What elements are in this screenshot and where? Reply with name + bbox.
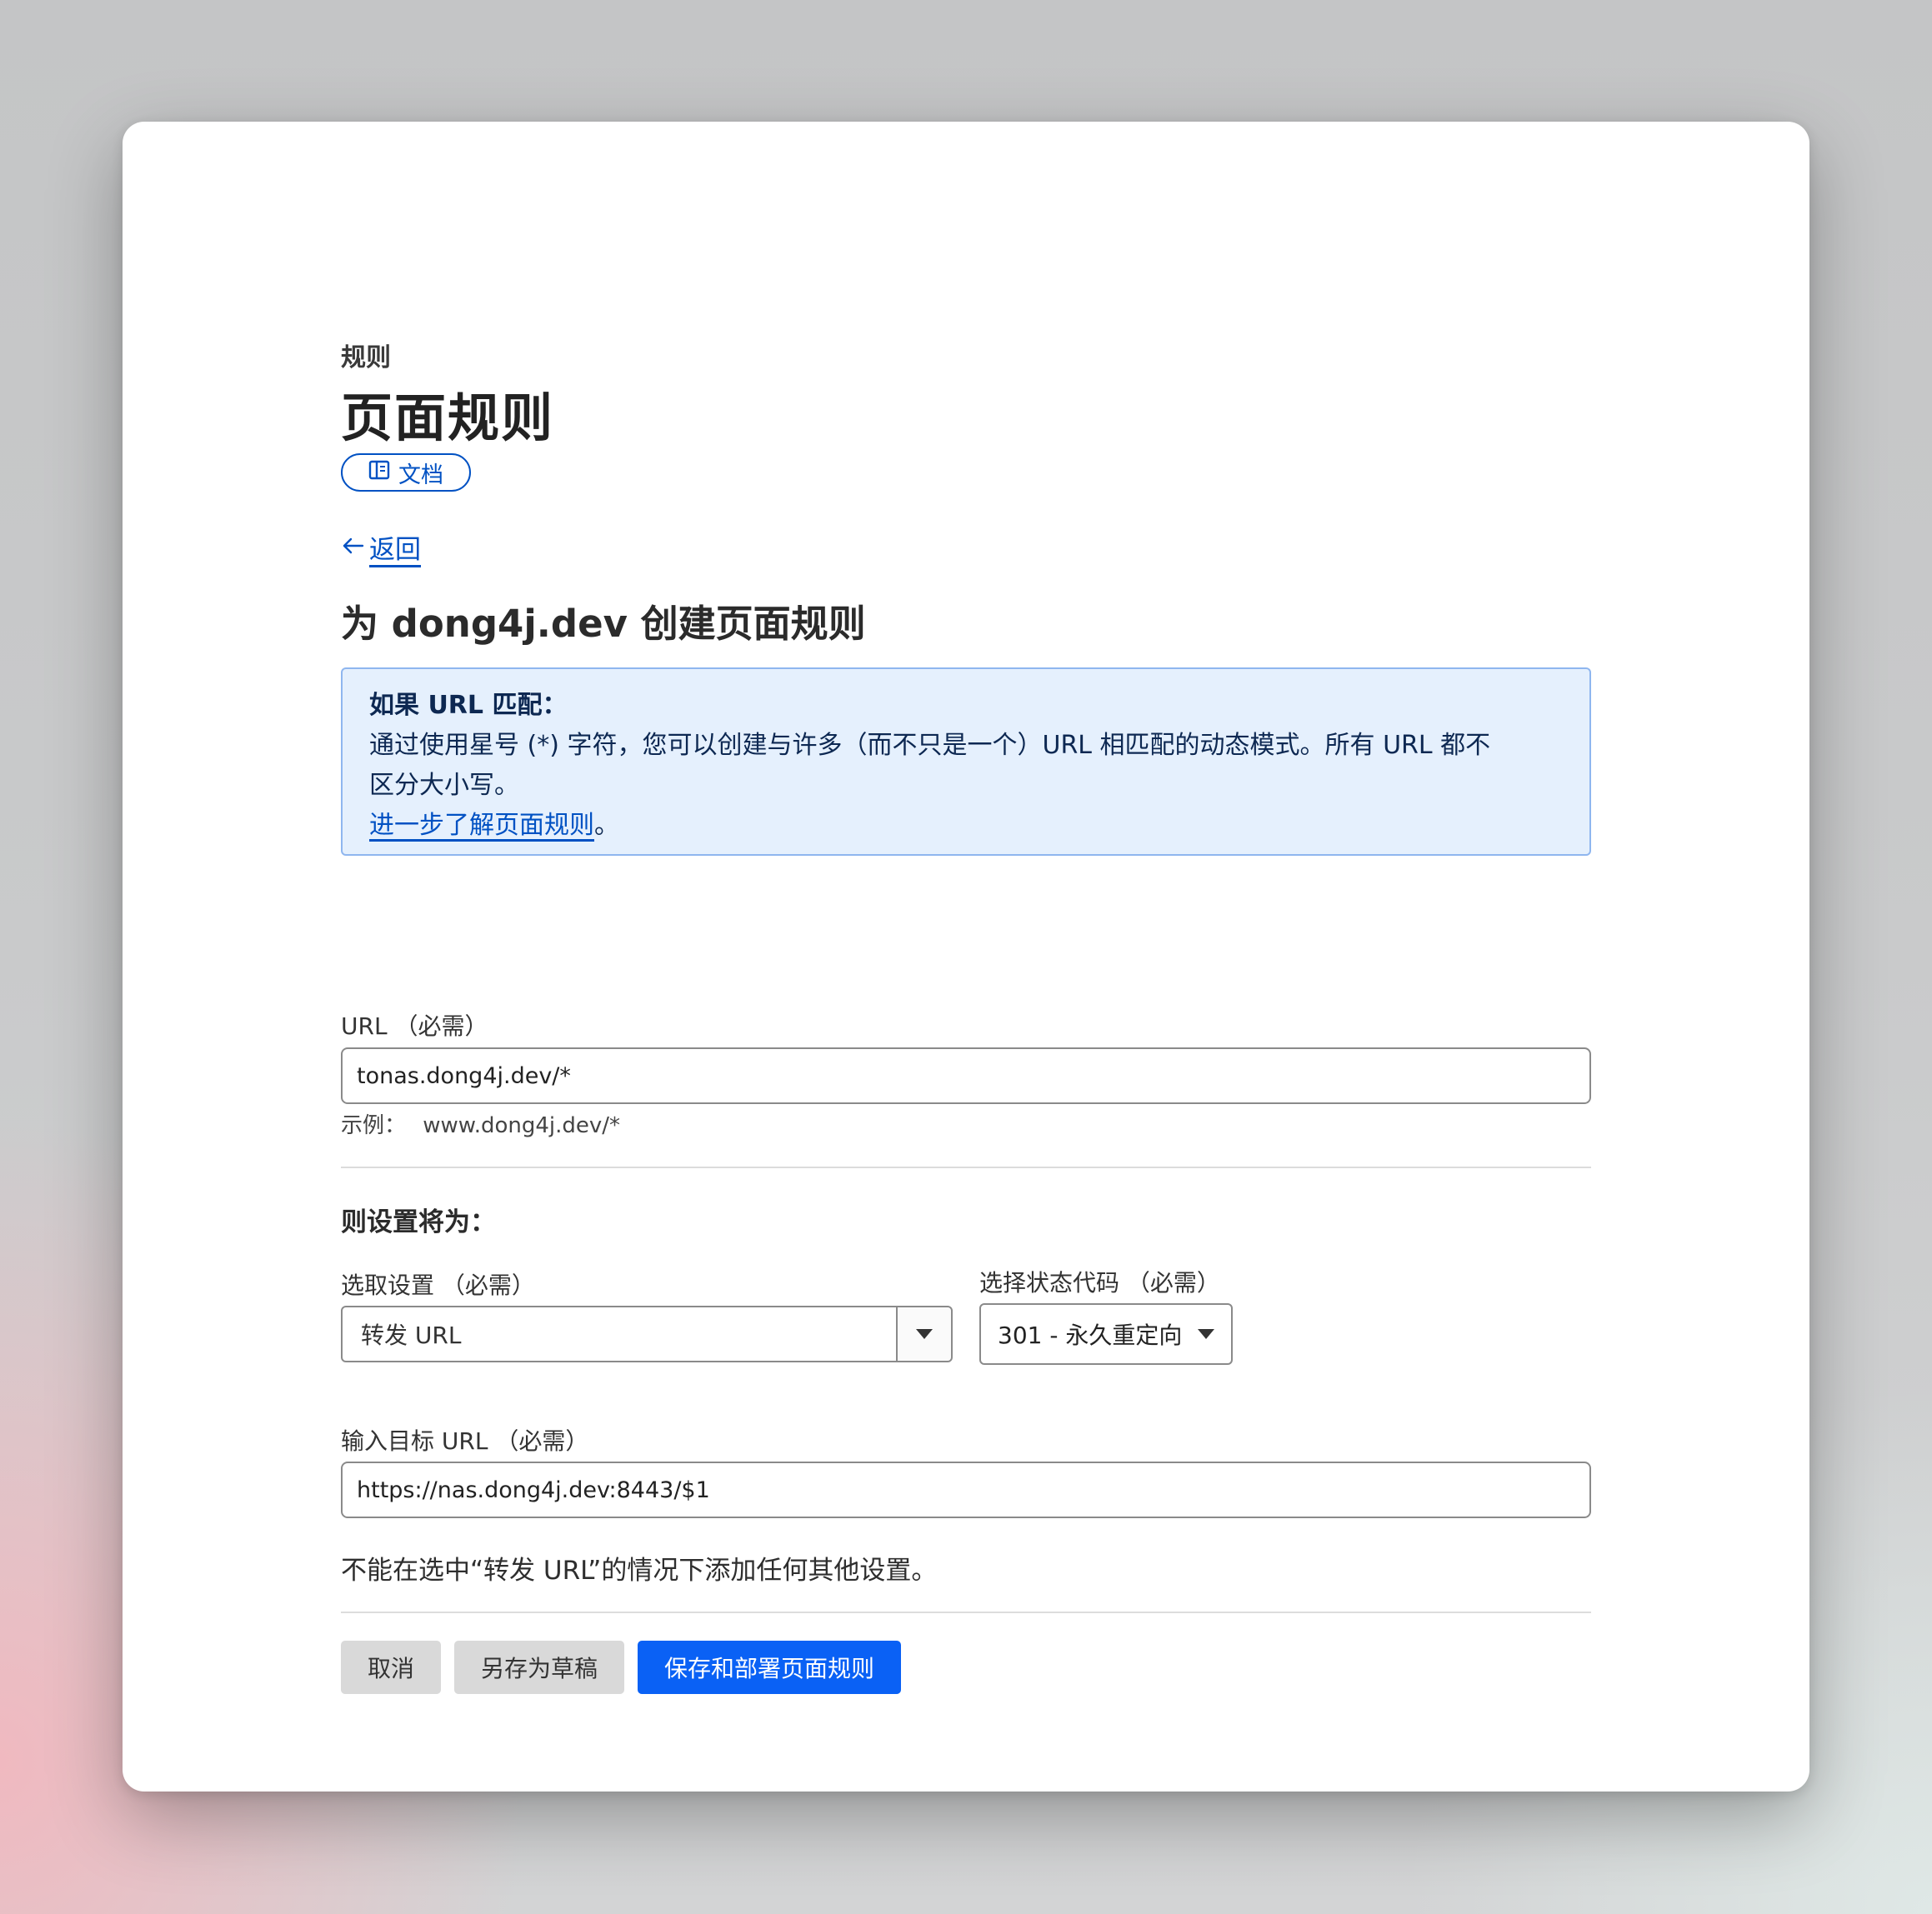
page-rules-panel: 规则 页面规则 文档 返回 为 dong4j.dev 创建页面规则 如果 URL… <box>123 122 1809 1792</box>
cancel-button[interactable]: 取消 <box>341 1641 441 1694</box>
target-url-label: 输入目标 URL （必需） <box>341 1427 589 1455</box>
setting-label: 选取设置 （必需） <box>341 1272 535 1299</box>
info-banner: 如果 URL 匹配： 通过使用星号 (*) 字符，您可以创建与许多（而不只是一个… <box>341 667 1591 856</box>
save-draft-button[interactable]: 另存为草稿 <box>454 1641 624 1694</box>
learn-more-link[interactable]: 进一步了解页面规则 <box>369 811 594 840</box>
info-title: 如果 URL 匹配： <box>369 691 568 720</box>
forward-note: 不能在选中“转发 URL”的情况下添加任何其他设置。 <box>341 1556 938 1586</box>
arrow-left-icon <box>341 532 364 562</box>
settings-heading: 则设置将为： <box>341 1207 496 1237</box>
status-select-value: 301 - 永久重定向 <box>998 1322 1183 1349</box>
book-icon <box>368 459 390 487</box>
divider <box>341 1167 1591 1168</box>
form-heading: 为 dong4j.dev 创建页面规则 <box>341 602 866 646</box>
setting-select[interactable]: 转发 URL <box>341 1306 953 1362</box>
url-input[interactable]: tonas.dong4j.dev/* <box>341 1047 1591 1104</box>
setting-select-value: 转发 URL <box>361 1322 462 1349</box>
url-example-prefix: 示例： <box>341 1113 407 1138</box>
back-link[interactable]: 返回 <box>341 528 421 566</box>
info-link-row: 进一步了解页面规则。 <box>369 806 1563 846</box>
url-example: 示例： www.dong4j.dev/* <box>341 1108 620 1139</box>
docs-label: 文档 <box>398 462 443 488</box>
divider <box>341 1612 1591 1613</box>
page-title: 页面规则 <box>341 387 555 448</box>
back-label: 返回 <box>369 535 421 565</box>
info-body-line2: 区分大小写。 <box>369 771 519 800</box>
url-input-value: tonas.dong4j.dev/* <box>357 1062 571 1089</box>
url-example-value: www.dong4j.dev/* <box>423 1113 621 1138</box>
status-label: 选择状态代码 （必需） <box>979 1269 1220 1297</box>
url-label: URL （必需） <box>341 1012 488 1040</box>
docs-button[interactable]: 文档 <box>341 453 471 492</box>
target-url-value: https://nas.dong4j.dev:8443/$1 <box>357 1477 710 1503</box>
status-code-select[interactable]: 301 - 永久重定向 <box>979 1303 1233 1365</box>
target-url-input[interactable]: https://nas.dong4j.dev:8443/$1 <box>341 1462 1591 1518</box>
chevron-down-icon <box>1198 1329 1214 1339</box>
breadcrumb: 规则 <box>341 343 391 372</box>
chevron-down-icon[interactable] <box>896 1307 951 1361</box>
save-deploy-button[interactable]: 保存和部署页面规则 <box>638 1641 901 1694</box>
info-link-suffix: 。 <box>594 811 619 840</box>
info-body-line1: 通过使用星号 (*) 字符，您可以创建与许多（而不只是一个）URL 相匹配的动态… <box>369 731 1491 760</box>
